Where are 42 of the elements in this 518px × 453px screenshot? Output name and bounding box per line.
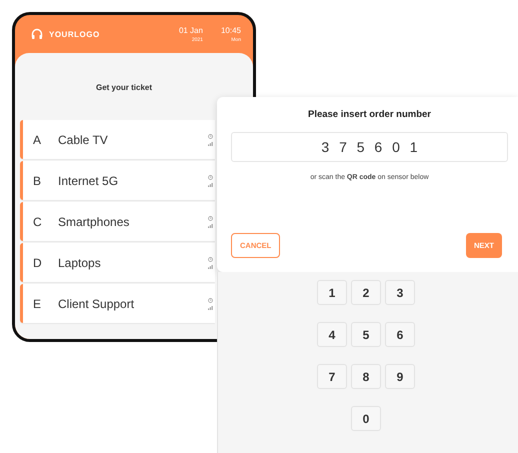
keypad-key[interactable]: 5: [351, 322, 381, 347]
keypad-key[interactable]: 2: [351, 280, 381, 305]
service-letter: E: [33, 296, 42, 310]
service-item[interactable]: E Client Support: [20, 284, 215, 323]
service-letter: B: [33, 174, 42, 188]
signal-icon: [208, 306, 213, 310]
clock-icon: [208, 134, 213, 138]
service-item[interactable]: C Smartphones: [20, 202, 215, 241]
clock-icon: [208, 216, 213, 220]
clock-icon: [208, 298, 213, 302]
service-item[interactable]: A Cable TV: [20, 120, 215, 159]
keypad-key[interactable]: 8: [351, 364, 381, 389]
keypad-key[interactable]: 1: [317, 280, 347, 305]
logo-text: YOURLOGO: [49, 30, 101, 38]
keypad-key[interactable]: 4: [317, 322, 347, 347]
service-item[interactable]: B Internet 5G: [20, 161, 215, 200]
keypad-key[interactable]: 3: [385, 280, 415, 305]
service-name: Laptops: [58, 256, 102, 270]
keypad-key[interactable]: 7: [317, 364, 347, 389]
screen-title: Get your ticket: [94, 83, 153, 92]
service-name: Internet 5G: [58, 174, 120, 188]
keypad-key[interactable]: 9: [385, 364, 415, 389]
service-name: Smartphones: [58, 214, 130, 228]
order-number-field[interactable]: 3 7 5 6 0 1: [231, 132, 508, 162]
signal-icon: [208, 142, 213, 146]
signal-icon: [208, 182, 213, 186]
service-name: Client Support: [58, 296, 136, 310]
keypad-key[interactable]: 6: [385, 322, 415, 347]
service-letter: D: [33, 256, 43, 270]
service-item[interactable]: D Laptops: [20, 243, 215, 282]
service-letter: A: [33, 132, 42, 146]
time-text: 10:45: [220, 26, 241, 34]
date-text: 01 Jan: [178, 26, 203, 34]
service-letter: C: [33, 214, 43, 228]
clock-icon: [208, 174, 213, 180]
signal-icon: [208, 224, 213, 228]
service-name: Cable TV: [58, 132, 109, 146]
keypad-key[interactable]: 0: [351, 406, 381, 431]
clock-icon: [208, 256, 213, 262]
dialog-title: Please insert order number: [308, 109, 432, 120]
headphones-icon: [31, 28, 43, 40]
signal-icon: [208, 264, 213, 268]
